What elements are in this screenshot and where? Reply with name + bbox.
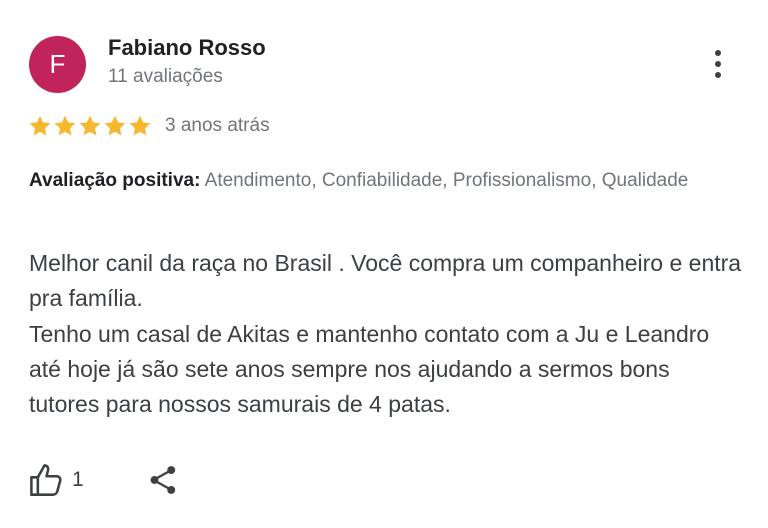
avatar-initial: F <box>49 49 66 79</box>
star-rating <box>28 114 152 138</box>
review-date: 3 anos atrás <box>165 115 270 136</box>
star-icon <box>79 115 101 136</box>
star-icon <box>104 115 126 136</box>
star-icon <box>54 115 76 136</box>
avatar[interactable]: F <box>29 36 86 93</box>
more-options-button[interactable] <box>704 44 732 84</box>
more-vert-icon-dot <box>715 72 721 78</box>
like-count: 1 <box>72 468 84 491</box>
positive-label: Avaliação positiva: <box>29 170 201 191</box>
more-vert-icon-dot <box>715 61 721 67</box>
thumbs-up-icon <box>30 464 62 496</box>
positive-highlights: Avaliação positiva: Atendimento, Confiab… <box>29 167 729 195</box>
star-icon <box>129 115 151 136</box>
star-icon <box>29 115 51 136</box>
more-vert-icon <box>715 50 721 56</box>
positive-attributes: Atendimento, Confiabilidade, Profissiona… <box>200 170 689 191</box>
review-actions: 1 <box>29 462 180 498</box>
reviewer-review-count: 11 avaliações <box>108 66 223 87</box>
reviewer-name[interactable]: Fabiano Rosso <box>108 35 266 61</box>
review-text: Melhor canil da raça no Brasil . Você co… <box>29 250 742 418</box>
share-icon <box>150 466 175 494</box>
share-button[interactable] <box>146 463 180 497</box>
like-button[interactable]: 1 <box>29 462 84 498</box>
